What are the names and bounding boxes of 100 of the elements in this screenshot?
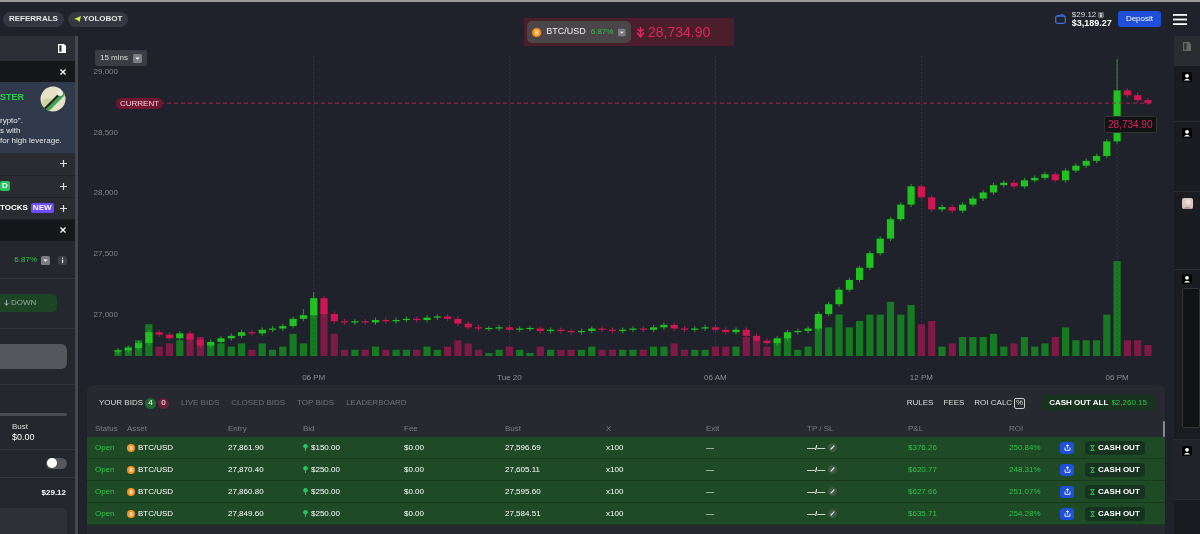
- share-icon: [1063, 488, 1071, 495]
- user-avatar-icon[interactable]: [1182, 274, 1192, 284]
- close-icon[interactable]: [60, 227, 66, 234]
- tree-icon: [303, 466, 308, 473]
- amount-field[interactable]: [0, 344, 67, 369]
- candlestick: [773, 335, 781, 346]
- candlestick: [979, 189, 987, 202]
- cash-out-button[interactable]: CASH OUT: [1085, 440, 1145, 455]
- nav-link-button[interactable]: YOLOBOT: [67, 11, 129, 27]
- edit-icon[interactable]: [828, 487, 838, 496]
- column-header: Asset: [127, 423, 148, 435]
- table-cell: $250.00: [311, 507, 340, 520]
- roi-cell-text: 248.31%: [1009, 463, 1042, 476]
- column-header: Status: [95, 423, 119, 435]
- interval-dropdown[interactable]: 15 mins: [95, 50, 147, 66]
- table-cell: —/—: [807, 463, 826, 476]
- down-arrow-icon: [4, 300, 9, 307]
- edit-icon[interactable]: [828, 465, 838, 474]
- candlestick: [907, 183, 915, 208]
- user-avatar-icon[interactable]: [1182, 72, 1192, 82]
- link-button[interactable]: FEES: [943, 397, 965, 409]
- column-header: Entry: [228, 423, 248, 435]
- toggle-switch[interactable]: [46, 458, 67, 469]
- balance-value: $29.12: [41, 487, 66, 499]
- status-cell-text: Open: [95, 463, 116, 476]
- link-button[interactable]: ROI CALC %: [974, 397, 1026, 409]
- candlestick: [1092, 153, 1101, 164]
- link-button[interactable]: RULES: [906, 397, 934, 409]
- cash-out-button[interactable]: CASH OUT: [1085, 462, 1145, 477]
- dropdown-icon[interactable]: [618, 27, 626, 37]
- cash-out-all-button[interactable]: CASH OUT ALL $2,260.15: [1041, 395, 1155, 411]
- plus-icon[interactable]: [60, 204, 67, 212]
- bitcoin-coin-icon: [127, 465, 135, 474]
- tag: D: [0, 181, 10, 192]
- edit-icon[interactable]: [828, 443, 838, 452]
- candlestick: [650, 324, 658, 333]
- user-avatar-icon[interactable]: [1182, 128, 1192, 138]
- roi-cell-text: 251.07%: [1009, 485, 1042, 498]
- hourglass-icon: [1090, 510, 1095, 517]
- candlestick: [268, 325, 277, 333]
- preview-thumbnail[interactable]: [1182, 288, 1200, 428]
- scrollbar[interactable]: [1163, 421, 1165, 437]
- share-button[interactable]: [1060, 485, 1074, 498]
- slider-track[interactable]: [0, 413, 67, 416]
- tab[interactable]: YOUR BIDS 4 0: [99, 397, 169, 409]
- axis-label: 29,000: [93, 66, 118, 76]
- edit-icon[interactable]: [828, 509, 838, 518]
- candlestick: [248, 329, 256, 337]
- table-cell: $150.00: [311, 441, 340, 454]
- hourglass-icon: [1090, 444, 1095, 451]
- candlestick: [825, 301, 833, 317]
- share-icon: [1063, 466, 1071, 473]
- candlestick: [238, 329, 246, 339]
- candlestick: [866, 250, 874, 271]
- candlestick: [299, 308, 307, 322]
- candlestick: [207, 339, 215, 349]
- candlestick: [783, 329, 792, 342]
- bitcoin-coin-icon: [127, 509, 135, 518]
- info-icon[interactable]: [58, 256, 67, 265]
- share-button[interactable]: [1060, 441, 1074, 454]
- document-icon[interactable]: [58, 44, 66, 53]
- candlestick: [680, 325, 689, 333]
- table-cell-text: x100: [606, 507, 625, 520]
- table-cell-text: $0.00: [404, 485, 426, 498]
- cash-out-button[interactable]: CASH OUT: [1085, 484, 1145, 499]
- candlestick: [835, 286, 843, 308]
- candlestick: [454, 316, 462, 327]
- dropdown-icon[interactable]: [41, 256, 50, 265]
- table-cell-text: x100: [606, 463, 625, 476]
- dropdown-icon: [133, 53, 142, 63]
- candlestick: [886, 216, 895, 242]
- pnl-cell-text: $620.77: [908, 463, 938, 476]
- column-header: Bid: [303, 423, 316, 435]
- share-button[interactable]: [1060, 507, 1074, 520]
- pair-selector[interactable]: BTC/USD 6.87%: [527, 21, 631, 43]
- candlestick: [794, 328, 802, 335]
- candlestick: [742, 326, 750, 339]
- axis-label: 27,500: [93, 249, 118, 259]
- candlestick: [598, 325, 606, 333]
- cash-out-button[interactable]: CASH OUT: [1085, 506, 1145, 521]
- deposit-button[interactable]: Deposit: [1117, 11, 1161, 27]
- menu-icon[interactable]: [1173, 13, 1187, 25]
- candlestick: [392, 317, 400, 325]
- candlestick: [516, 325, 524, 333]
- plus-icon[interactable]: [60, 160, 67, 168]
- info-icon: [1098, 11, 1105, 18]
- table-cell-text: 27,596.69: [505, 441, 542, 454]
- axis-label: 28,500: [93, 127, 118, 137]
- candlestick: [753, 333, 761, 344]
- share-button[interactable]: [1060, 463, 1074, 476]
- user-avatar-icon[interactable]: [1182, 446, 1192, 456]
- axis-label: 06 PM: [302, 373, 326, 382]
- nav-link-button[interactable]: REFERRALS: [3, 11, 64, 27]
- down-button[interactable]: DOWN: [0, 294, 57, 313]
- wallet-small-balance: $29.12: [1071, 10, 1097, 19]
- menu-item-label[interactable]: TOCKS: [0, 202, 28, 215]
- plus-icon[interactable]: [60, 182, 67, 190]
- table-cell-text: $0.00: [404, 507, 426, 520]
- close-icon[interactable]: [60, 68, 66, 75]
- candlestick: [145, 329, 153, 346]
